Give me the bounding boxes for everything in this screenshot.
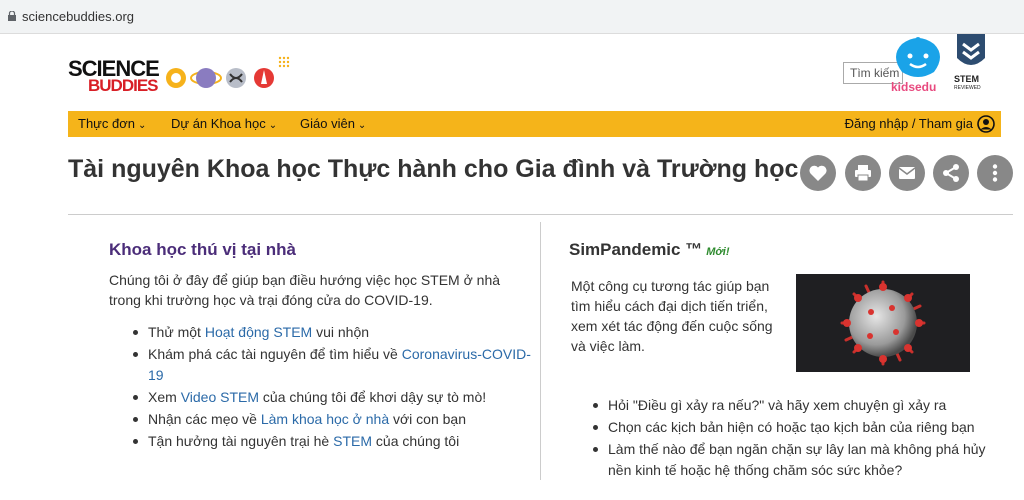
list-item-text: Khám phá các tài nguyên để tìm hiểu về [148,346,402,362]
list-item-text: Tận hưởng tài nguyên trại hè [148,433,334,449]
chevron-down-icon: ⌄ [357,120,367,131]
stem-activity-link[interactable]: Hoạt động STEM [205,324,312,340]
list-item: Thử một Hoạt động STEM vui nhộn [131,322,531,343]
lock-icon [8,11,16,21]
science-buddies-logo[interactable]: SCIENCE BUDDIES [68,52,308,102]
login-link[interactable]: Đăng nhập / Tham gia [845,116,973,131]
list-item: Tận hưởng tài nguyên trại hè STEM của ch… [131,431,531,452]
stem-badge-subtitle: REVIEWED [954,85,981,91]
stem-badge-title: STEM [954,74,980,84]
share-icon [943,164,959,182]
nav-item-science-projects[interactable]: Dự án Khoa học ⌄ [171,116,277,131]
main-nav-bar: Thực đơn ⌄ Dự án Khoa học ⌄ Giáo viên ⌄ Đăn… [68,111,1001,137]
left-bullet-list: Thử một Hoạt động STEM vui nhộn Khám phá… [131,322,531,453]
list-item-text: Xem [148,389,181,405]
stem-camp-link[interactable]: STEM [333,433,372,449]
list-item: Chọn các kịch bản hiện có hoặc tạo kịch … [591,417,1011,438]
list-item-text: vui nhộn [312,324,370,340]
list-item: Nhận các mẹo về Làm khoa học ở nhà với c… [131,409,531,430]
kidsedu-logo: kidsedu [888,34,948,96]
heart-icon [809,165,827,181]
page-title: Tài nguyên Khoa học Thực hành cho Gia đì… [68,155,799,183]
simpandemic-intro: Một công cụ tương tác giúp bạn tìm hiểu … [571,278,773,354]
simpandemic-title: SimPandemic ™ [569,240,703,259]
chevron-down-icon: ⌄ [137,120,147,131]
list-item: Khám phá các tài nguyên để tìm hiểu về C… [131,344,531,386]
stem-reviewed-badge: STEM REVIEWED [953,32,993,94]
kidsedu-label: kidsedu [891,80,937,94]
logo-word-buddies: BUDDIES [88,76,159,95]
left-section-heading: Khoa học thú vị tại nhà [109,240,297,259]
more-options-button[interactable] [977,155,1013,191]
kidsedu-face-icon [896,37,940,77]
new-badge: Mới! [706,246,730,258]
list-item-text: của chúng tôi để khơi dậy sự tò mò! [259,389,487,405]
user-icon[interactable] [977,115,995,133]
nav-item-menu[interactable]: Thực đơn ⌄ [78,116,146,131]
more-icon [992,164,998,182]
simpandemic-bullet-list: Hỏi "Điều gì xảy ra nếu?" và hãy xem chu… [591,395,1011,482]
list-item-text: với con bạn [389,411,466,427]
print-button[interactable] [845,155,881,191]
list-item-text: Nhận các mẹo về [148,411,261,427]
list-item-text: của chúng tôi [372,433,460,449]
nav-item-teachers[interactable]: Giáo viên ⌄ [300,116,366,131]
list-item: Xem Video STEM của chúng tôi để khơi dậy… [131,387,531,408]
browser-url-bar[interactable]: sciencebuddies.org [0,0,1024,34]
simpandemic-heading[interactable]: SimPandemic ™ Mới! [569,240,730,260]
stem-shield-icon [957,34,985,65]
nav-item-label: Dự án Khoa học [171,116,266,131]
column-divider [540,222,541,480]
science-at-home-link[interactable]: Làm khoa học ở nhà [261,411,389,427]
section-divider [68,214,1013,215]
stem-video-link[interactable]: Video STEM [181,389,259,405]
print-icon [855,165,871,182]
list-item-text: Thử một [148,324,205,340]
mail-icon [898,167,916,179]
favorite-button[interactable] [800,155,836,191]
nav-item-label: Thực đơn [78,116,135,131]
email-button[interactable] [889,155,925,191]
list-item: Hỏi "Điều gì xảy ra nếu?" và hãy xem chu… [591,395,1011,416]
url-text[interactable]: sciencebuddies.org [22,9,134,24]
nav-item-label: Giáo viên [300,116,355,131]
list-item: Làm thế nào để bạn ngăn chặn sự lây lan … [591,439,1011,481]
virus-illustration [796,274,970,372]
chevron-down-icon: ⌄ [268,120,278,131]
logo-science-icons [166,56,290,88]
share-button[interactable] [933,155,969,191]
left-intro-text: Chúng tôi ở đây để giúp bạn điều hướng v… [109,272,501,308]
coronavirus-image[interactable] [796,274,970,372]
